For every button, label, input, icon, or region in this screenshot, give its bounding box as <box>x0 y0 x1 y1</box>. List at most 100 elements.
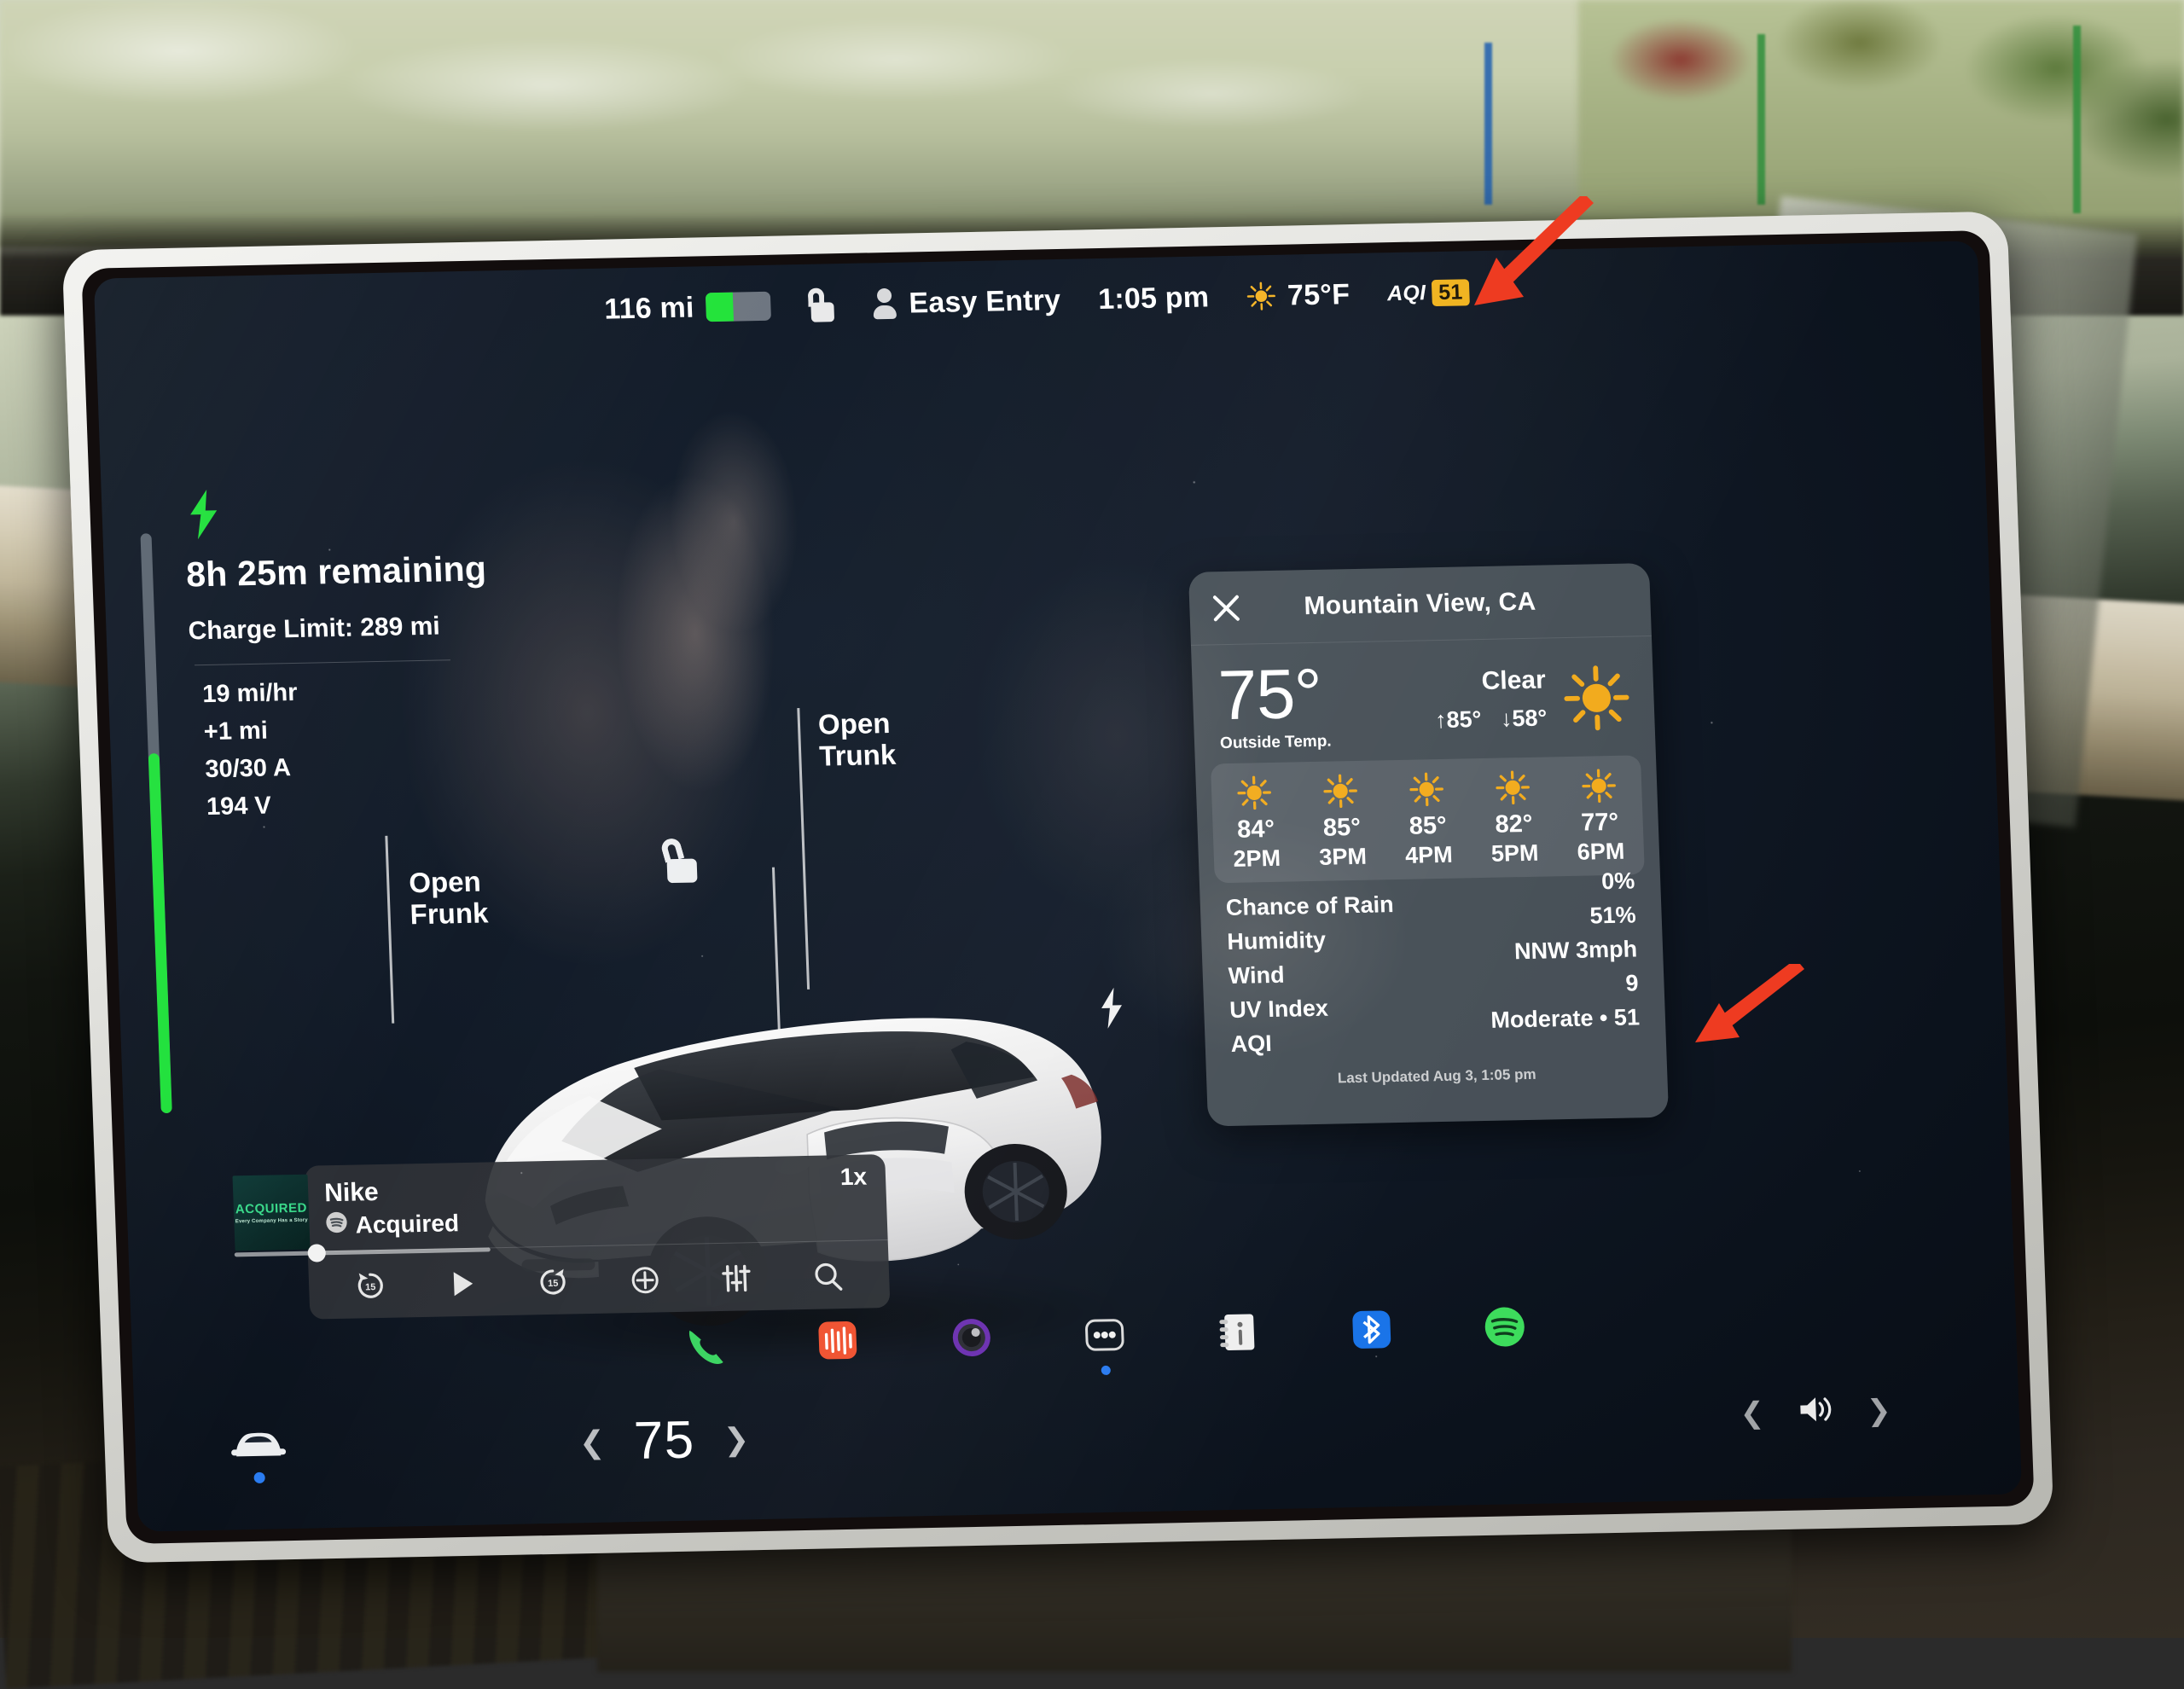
outside-temp-label: 75°F <box>1287 278 1350 312</box>
unlocked-padlock-icon[interactable] <box>808 287 834 322</box>
app-dock <box>677 1286 1532 1384</box>
hourly-hour: 3PM <box>1299 844 1386 872</box>
hourly-hour: 5PM <box>1472 840 1559 868</box>
hourly-forecast-strip[interactable]: 84° 2PM 85° 3PM 85° 4PM <box>1211 756 1645 884</box>
weather-last-updated: Last Updated Aug 3, 1:05 pm <box>1232 1065 1642 1090</box>
lightning-bolt-icon <box>183 490 224 540</box>
podcast-artwork[interactable]: ACQUIRED Every Company Has a Story <box>232 1175 310 1251</box>
bluetooth-icon[interactable] <box>1344 1303 1398 1356</box>
charge-amps: 30/30 A <box>205 750 494 784</box>
open-trunk-button[interactable]: Open Trunk <box>797 706 897 773</box>
weather-low: ↓58° <box>1500 705 1547 731</box>
sun-icon <box>1580 768 1617 804</box>
artwork-brand: ACQUIRED <box>235 1201 308 1217</box>
hourly-temp: 84° <box>1212 815 1299 845</box>
sun-icon <box>1236 775 1273 811</box>
aqi-label: AQI <box>1387 281 1426 306</box>
playback-speed-button[interactable]: 1x <box>839 1164 867 1192</box>
svg-text:15: 15 <box>365 1282 376 1292</box>
hourly-temp: 85° <box>1298 814 1385 844</box>
person-icon <box>871 287 897 322</box>
driver-profile-label: Easy Entry <box>909 283 1061 320</box>
car-unlock-icon[interactable] <box>660 839 698 884</box>
aqi-status-badge[interactable]: AQI 51 <box>1387 279 1470 307</box>
artwork-tagline: Every Company Has a Story <box>235 1218 308 1225</box>
detail-value: 51% <box>1589 903 1636 930</box>
hourly-hour: 2PM <box>1213 845 1300 874</box>
charging-info-panel[interactable]: 8h 25m remaining Charge Limit: 289 mi 19… <box>183 484 496 831</box>
weather-details-list: Chance of Rain 0% Humidity 51% Wind NNW … <box>1199 874 1668 1090</box>
chevron-right-icon[interactable]: ❯ <box>1866 1393 1891 1428</box>
battery-fill <box>706 293 734 322</box>
speaker-volume-icon[interactable] <box>1794 1392 1837 1431</box>
dashcam-lens-icon[interactable] <box>944 1310 998 1364</box>
weather-card-header: Mountain View, CA <box>1188 563 1652 646</box>
audio-waveform-icon[interactable] <box>810 1314 865 1367</box>
charge-volts: 194 V <box>206 787 495 821</box>
hourly-temp: 85° <box>1385 812 1472 842</box>
hourly-forecast-item: 77° 6PM <box>1555 768 1645 867</box>
play-icon[interactable] <box>442 1265 481 1303</box>
active-indicator-dot <box>1101 1366 1111 1375</box>
screen-display: 116 mi Easy Entry 1:05 pm <box>94 241 2022 1531</box>
climate-bar: ❮ 75 ❯ ❮ ❯ <box>135 1381 2021 1495</box>
spotify-icon[interactable] <box>1478 1300 1532 1354</box>
more-dots-icon[interactable] <box>1077 1308 1132 1361</box>
charge-time-remaining: 8h 25m remaining <box>185 548 486 595</box>
weather-high-low: ↑85° ↓58° <box>1435 705 1548 734</box>
battery-icon <box>706 292 771 322</box>
add-icon[interactable] <box>625 1261 665 1299</box>
weather-card[interactable]: Mountain View, CA 75° Outside Temp. Clea… <box>1188 563 1669 1126</box>
forward-15-icon[interactable]: 15 <box>534 1262 573 1301</box>
weather-status-button[interactable]: 75°F <box>1246 278 1350 313</box>
charge-rate: 19 mi/hr <box>202 675 491 709</box>
hourly-temp: 77° <box>1556 809 1643 839</box>
sun-icon <box>1322 773 1359 810</box>
aqi-value-chip: 51 <box>1432 279 1470 306</box>
clock-label[interactable]: 1:05 pm <box>1098 281 1210 316</box>
chevron-left-icon[interactable]: ❮ <box>578 1424 606 1460</box>
cabin-temperature-value[interactable]: 75 <box>633 1410 696 1471</box>
charge-limit-label: Charge Limit: 289 mi <box>188 611 489 646</box>
close-x-icon[interactable] <box>1211 593 1241 623</box>
detail-value: 9 <box>1625 971 1639 997</box>
rewind-15-icon[interactable]: 15 <box>351 1267 390 1305</box>
weather-high: ↑85° <box>1435 706 1482 733</box>
current-temperature: 75° <box>1217 662 1331 728</box>
equalizer-icon[interactable] <box>717 1259 756 1297</box>
current-temperature-label: Outside Temp. <box>1220 733 1332 754</box>
chevron-right-icon[interactable]: ❯ <box>723 1421 750 1458</box>
weather-aqi-row: AQI Moderate • 51 <box>1230 1024 1641 1066</box>
spotify-icon <box>325 1211 348 1240</box>
sun-icon <box>1246 282 1276 311</box>
open-trunk-label-line1: Open <box>817 708 895 741</box>
media-source-label: Acquired <box>355 1210 459 1239</box>
driver-profile-button[interactable]: Easy Entry <box>871 283 1061 321</box>
temperature-control[interactable]: ❮ 75 ❯ <box>578 1408 751 1472</box>
car-front-icon[interactable] <box>229 1426 288 1465</box>
phone-icon[interactable] <box>677 1316 732 1370</box>
svg-text:15: 15 <box>548 1279 559 1289</box>
hourly-forecast-item: 85° 4PM <box>1383 771 1472 870</box>
charge-added: +1 mi <box>203 712 492 746</box>
hourly-hour: 6PM <box>1558 839 1645 867</box>
hourly-forecast-item: 82° 5PM <box>1469 769 1559 868</box>
open-frunk-label-line1: Open <box>409 866 488 899</box>
open-frunk-button[interactable]: Open Frunk <box>385 833 489 931</box>
battery-range-label: 116 mi <box>604 291 695 326</box>
media-player[interactable]: ACQUIRED Every Company Has a Story Nike <box>305 1154 890 1320</box>
media-title: Nike <box>324 1178 380 1208</box>
chevron-left-icon[interactable]: ❮ <box>1740 1396 1765 1431</box>
search-icon[interactable] <box>809 1257 848 1296</box>
media-source: Acquired <box>325 1209 460 1239</box>
open-frunk-label-line2: Frunk <box>410 897 489 931</box>
weather-current-conditions: 75° Outside Temp. Clear ↑85° ↓58° <box>1191 636 1656 759</box>
weather-condition-label: Clear <box>1433 666 1546 698</box>
volume-control[interactable]: ❮ ❯ <box>1740 1390 1892 1432</box>
sun-icon <box>1562 665 1631 733</box>
charge-port-bolt-icon <box>1096 987 1127 1029</box>
weather-location-title: Mountain View, CA <box>1189 585 1651 624</box>
notes-card-icon[interactable] <box>1211 1305 1265 1359</box>
hourly-temp: 82° <box>1471 810 1558 840</box>
battery-status[interactable]: 116 mi <box>604 289 772 326</box>
